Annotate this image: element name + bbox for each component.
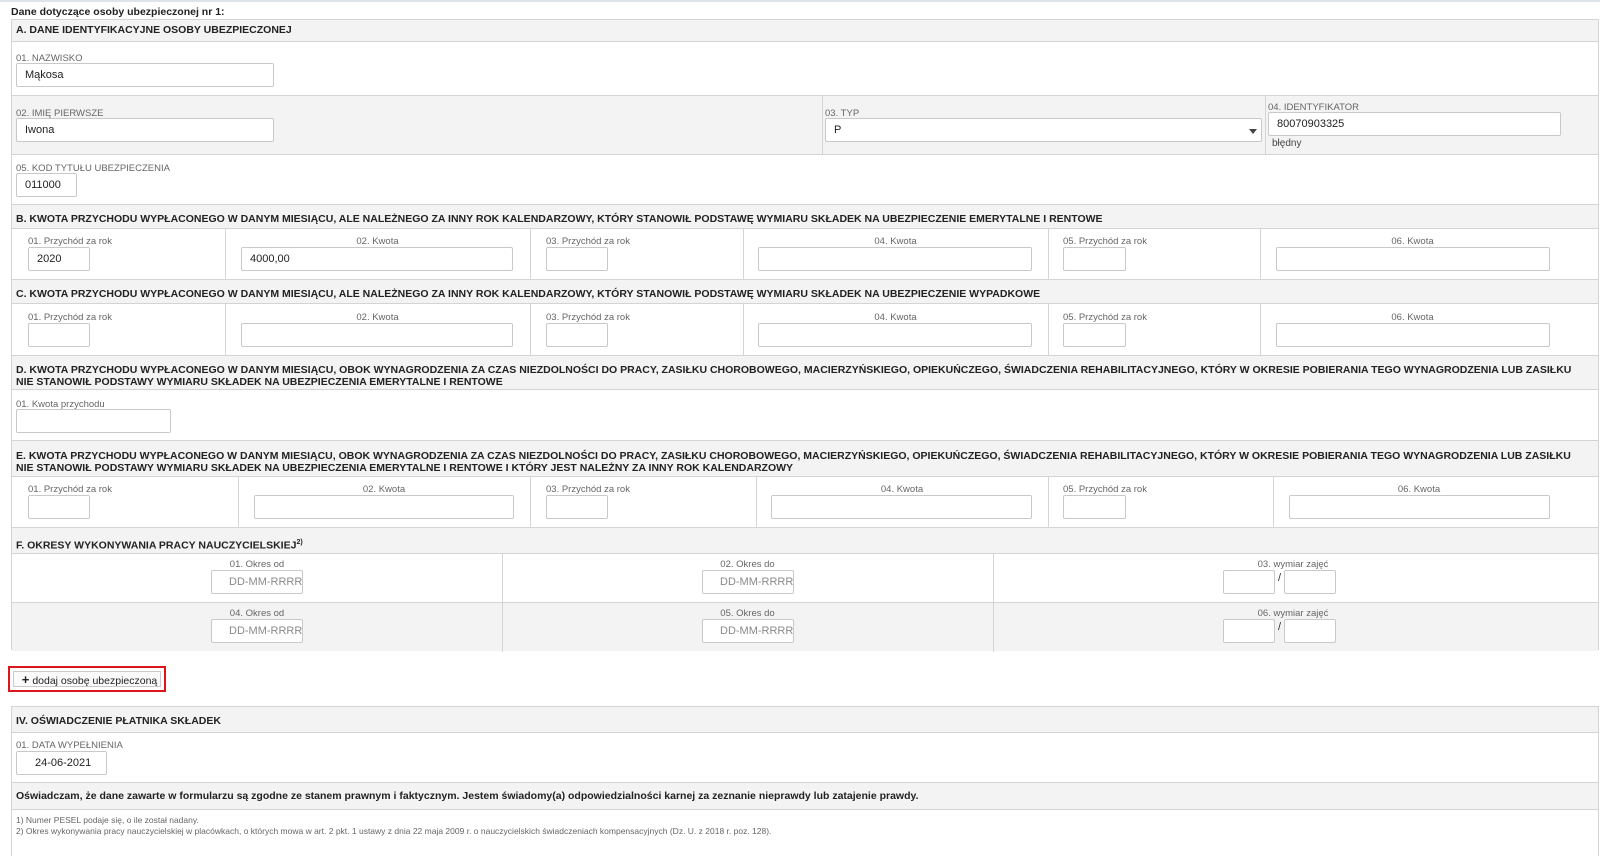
e-01-input[interactable]: [28, 495, 90, 519]
section-d-title-line2: NIE STANOWIŁ PODSTAWY WYMIARU SKŁADEK NA…: [16, 376, 503, 388]
section-a-header: A. DANE IDENTYFIKACYJNE OSOBY UBEZPIECZO…: [12, 20, 1598, 42]
section-b-header: B. KWOTA PRZYCHODU WYPŁACONEGO W DANYM M…: [12, 204, 1598, 229]
statement-text: Oświadczam, że dane zawarte w formularzu…: [16, 790, 919, 802]
f-06-denominator-input[interactable]: [1284, 619, 1336, 643]
b-06-input[interactable]: [1276, 247, 1550, 271]
e-04-input[interactable]: [771, 495, 1032, 519]
f-02-date-input[interactable]: DD-MM-RRRR: [702, 570, 794, 594]
c-05-label: 05. Przychód za rok: [1063, 312, 1147, 323]
c-04-label: 04. Kwota: [874, 312, 917, 323]
payer-statement-form: IV. OŚWIADCZENIE PŁATNIKA SKŁADEK 01. DA…: [11, 706, 1599, 856]
row-kod: 05. KOD TYTUŁU UBEZPIECZENIA 011000: [12, 155, 1598, 204]
c-01-input[interactable]: [28, 323, 90, 347]
e-06-input[interactable]: [1289, 495, 1550, 519]
e-03-label: 03. Przychód za rok: [546, 484, 630, 495]
b-04-label: 04. Kwota: [874, 236, 917, 247]
f-03-numerator-input[interactable]: [1223, 570, 1275, 594]
c-02-input[interactable]: [241, 323, 513, 347]
footnotes: 1) Numer PESEL podaje się, o ile został …: [12, 810, 1598, 857]
kod-input[interactable]: 011000: [16, 173, 77, 197]
add-insured-person-button[interactable]: + dodaj osobę ubezpieczoną: [8, 666, 166, 692]
section-d-header: D. KWOTA PRZYCHODU WYPŁACONEGO W DANYM M…: [12, 355, 1598, 390]
row-nazwisko: 01. NAZWISKO Mąkosa: [12, 42, 1598, 95]
d-01-input[interactable]: [16, 409, 171, 433]
e-05-label: 05. Przychód za rok: [1063, 484, 1147, 495]
section-f-row-2: 04. Okres od DD-MM-RRRR 05. Okres do DD-…: [12, 602, 1598, 652]
row-data-wypelnienia: 01. DATA WYPEŁNIENIA 24-06-2021: [12, 733, 1598, 782]
section-d-row: 01. Kwota przychodu: [12, 390, 1598, 440]
f-05-date-input[interactable]: DD-MM-RRRR: [702, 619, 794, 643]
f-03-label: 03. wymiar zajęć: [1257, 559, 1329, 570]
chevron-down-icon: [1249, 129, 1257, 134]
b-01-input[interactable]: 2020: [28, 247, 90, 271]
typ-select[interactable]: P: [825, 118, 1262, 142]
c-04-input[interactable]: [758, 323, 1032, 347]
statement-row: Oświadczam, że dane zawarte w formularzu…: [12, 782, 1598, 810]
section-f-row-1: 01. Okres od DD-MM-RRRR 02. Okres do DD-…: [12, 554, 1598, 602]
add-insured-person-label: dodaj osobę ubezpieczoną: [32, 675, 158, 687]
section-f-header: F. OKRESY WYKONYWANIA PRACY NAUCZYCIELSK…: [12, 527, 1598, 554]
c-05-input[interactable]: [1063, 323, 1126, 347]
identyfikator-error: błędny: [1272, 138, 1302, 149]
b-05-input[interactable]: [1063, 247, 1126, 271]
c-01-label: 01. Przychód za rok: [28, 312, 112, 323]
section-e-title-line1: E. KWOTA PRZYCHODU WYPŁACONEGO W DANYM M…: [16, 450, 1571, 462]
b-01-label: 01. Przychód za rok: [28, 236, 112, 247]
section-f-footnote-ref: 2): [296, 539, 303, 546]
section-d-title-line1: D. KWOTA PRZYCHODU WYPŁACONEGO W DANYM M…: [16, 364, 1572, 376]
b-02-input[interactable]: 4000,00: [241, 247, 513, 271]
data-wypelnienia-label: 01. DATA WYPEŁNIENIA: [16, 740, 123, 751]
identyfikator-input[interactable]: 80070903325: [1268, 112, 1561, 136]
nazwisko-input[interactable]: Mąkosa: [16, 63, 274, 87]
add-insured-person-button-face: + dodaj osobę ubezpieczoną: [13, 671, 161, 687]
e-03-input[interactable]: [546, 495, 608, 519]
section-iv-header: IV. OŚWIADCZENIE PŁATNIKA SKŁADEK: [12, 707, 1598, 733]
b-05-label: 05. Przychód za rok: [1063, 236, 1147, 247]
c-06-label: 06. Kwota: [1391, 312, 1434, 323]
f-02-label: 02. Okres do: [720, 559, 775, 570]
section-b-row: 01. Przychód za rok 2020 02. Kwota 4000,…: [12, 229, 1598, 279]
f-01-label: 01. Okres od: [229, 559, 285, 570]
b-03-input[interactable]: [546, 247, 608, 271]
f-05-label: 05. Okres do: [720, 608, 775, 619]
e-02-input[interactable]: [254, 495, 514, 519]
imie-input[interactable]: Iwona: [16, 118, 274, 142]
row-imie-typ-id: 02. IMIĘ PIERWSZE Iwona 03. TYP P 04. ID…: [12, 95, 1598, 155]
page-title: Dane dotyczące osoby ubezpieczonej nr 1:: [11, 6, 225, 18]
e-04-label: 04. Kwota: [880, 484, 924, 495]
data-wypelnienia-input[interactable]: 24-06-2021: [16, 751, 107, 775]
e-06-label: 06. Kwota: [1397, 484, 1441, 495]
fraction-separator: /: [1278, 621, 1282, 633]
section-e-row: 01. Przychód za rok 02. Kwota 03. Przych…: [12, 477, 1598, 527]
b-06-label: 06. Kwota: [1391, 236, 1434, 247]
b-04-input[interactable]: [758, 247, 1032, 271]
section-f-title: F. OKRESY WYKONYWANIA PRACY NAUCZYCIELSK…: [16, 539, 297, 552]
top-divider: [0, 0, 1600, 2]
f-03-denominator-input[interactable]: [1284, 570, 1336, 594]
e-05-input[interactable]: [1063, 495, 1126, 519]
f-06-numerator-input[interactable]: [1223, 619, 1275, 643]
c-03-input[interactable]: [546, 323, 608, 347]
insured-person-form: A. DANE IDENTYFIKACYJNE OSOBY UBEZPIECZO…: [11, 19, 1599, 652]
c-02-label: 02. Kwota: [356, 312, 399, 323]
c-06-input[interactable]: [1276, 323, 1550, 347]
typ-selected-value: P: [834, 124, 842, 136]
c-03-label: 03. Przychód za rok: [546, 312, 630, 323]
f-01-date-input[interactable]: DD-MM-RRRR: [211, 570, 303, 594]
section-e-title-line2: NIE STANOWIŁ PODSTAWY WYMIARU SKŁADEK NA…: [16, 462, 794, 474]
f-06-label: 06. wymiar zajęć: [1257, 608, 1329, 619]
footnote-1: 1) Numer PESEL podaje się, o ile został …: [16, 815, 199, 825]
e-02-label: 02. Kwota: [362, 484, 406, 495]
section-e-header: E. KWOTA PRZYCHODU WYPŁACONEGO W DANYM M…: [12, 440, 1598, 477]
footnote-2: 2) Okres wykonywania pracy nauczycielski…: [16, 826, 772, 836]
b-02-label: 02. Kwota: [356, 236, 399, 247]
b-03-label: 03. Przychód za rok: [546, 236, 630, 247]
plus-icon: +: [21, 672, 30, 687]
e-01-label: 01. Przychód za rok: [28, 484, 112, 495]
f-04-label: 04. Okres od: [229, 608, 285, 619]
f-04-date-input[interactable]: DD-MM-RRRR: [211, 619, 303, 643]
section-c-row: 01. Przychód za rok 02. Kwota 03. Przych…: [12, 304, 1598, 355]
section-c-header: C. KWOTA PRZYCHODU WYPŁACONEGO W DANYM M…: [12, 279, 1598, 304]
fraction-separator: /: [1278, 572, 1282, 584]
